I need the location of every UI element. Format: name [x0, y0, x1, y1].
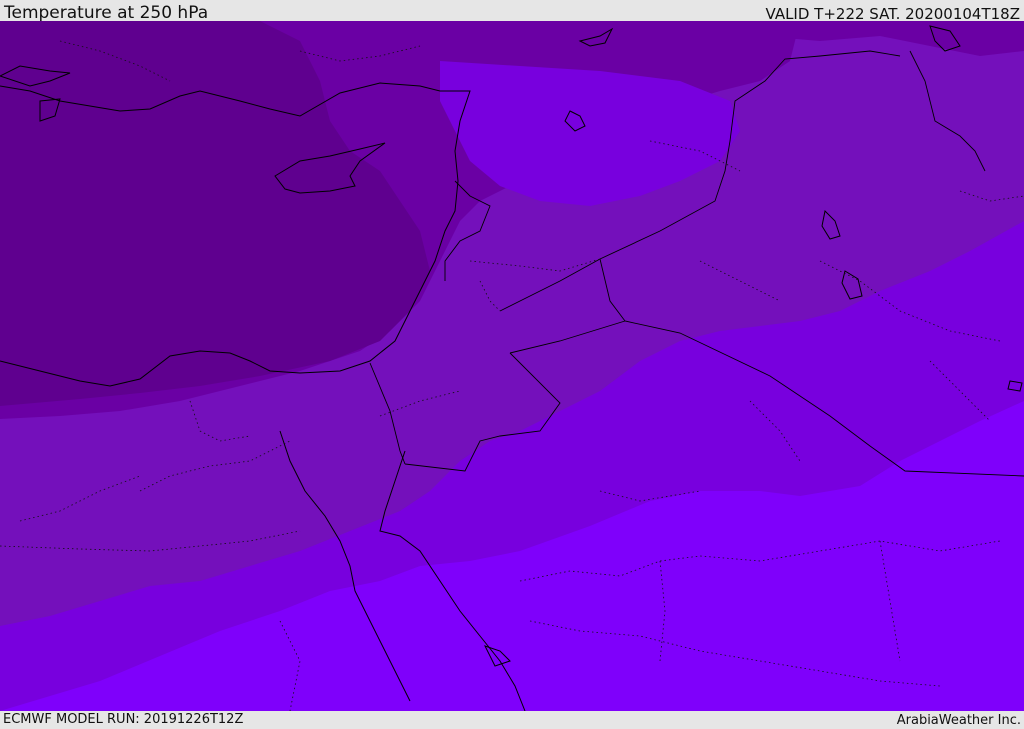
- credit-label: ArabiaWeather Inc.: [896, 713, 1021, 728]
- temperature-field: [0, 21, 1024, 711]
- weather-map: [0, 21, 1024, 711]
- model-run-label: ECMWF MODEL RUN: 20191226T12Z: [3, 712, 244, 727]
- map-title: Temperature at 250 hPa: [4, 3, 209, 23]
- header-bar: Temperature at 250 hPa VALID T+222 SAT. …: [0, 0, 1024, 23]
- footer-bar: ECMWF MODEL RUN: 20191226T12Z ArabiaWeat…: [0, 711, 1024, 729]
